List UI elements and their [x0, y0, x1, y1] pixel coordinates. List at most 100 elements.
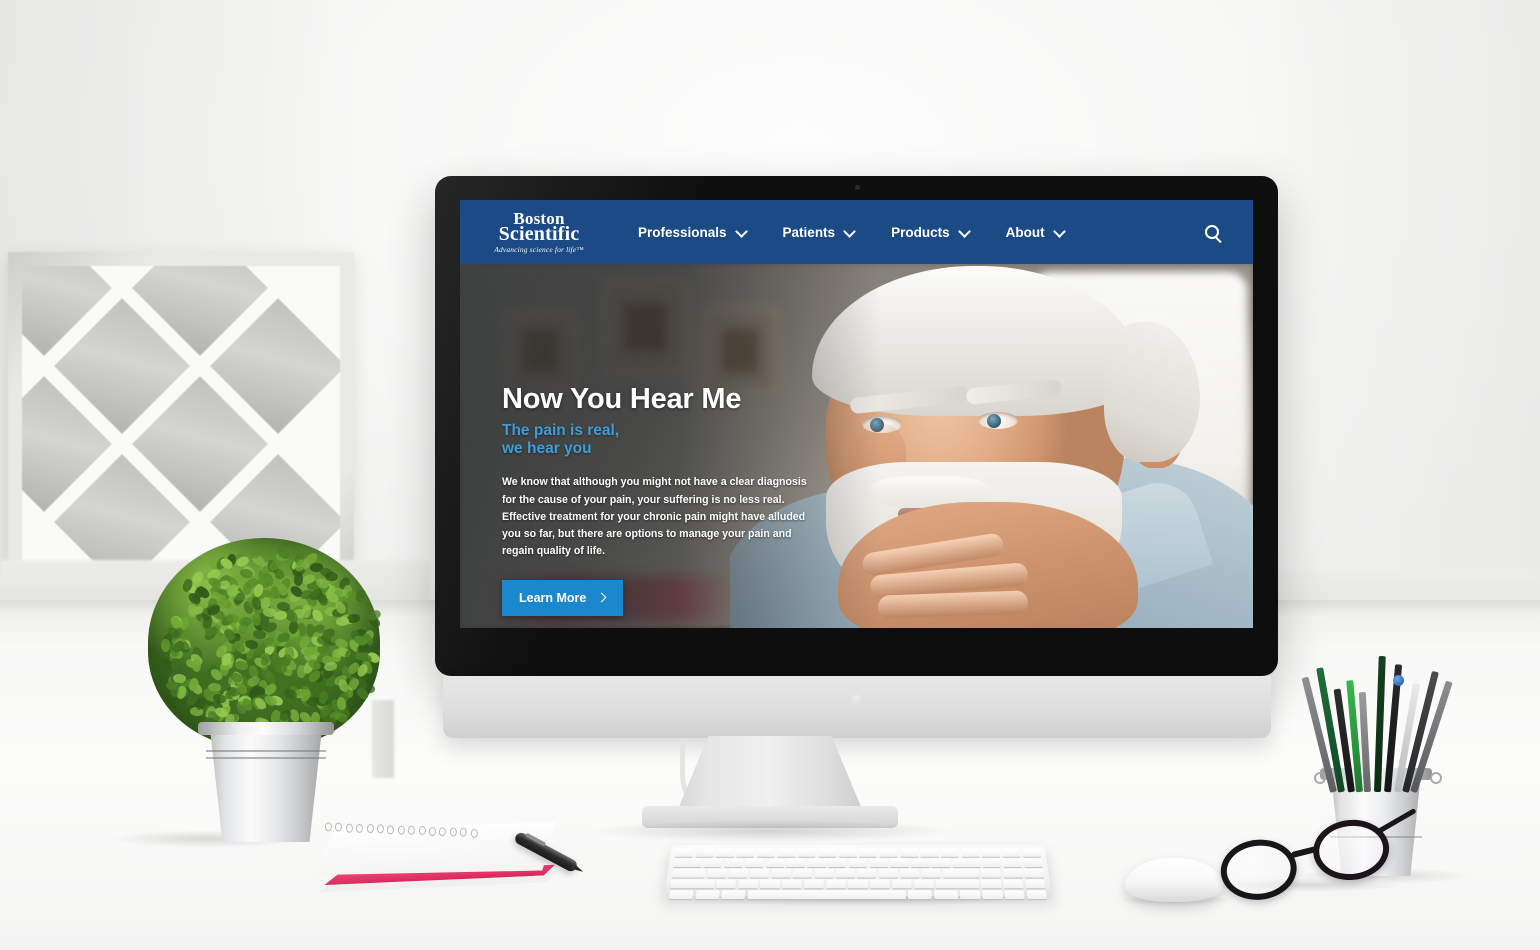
wall-art-frame: [8, 252, 354, 582]
keyboard-key[interactable]: [695, 848, 714, 856]
plant-leaf: [191, 658, 201, 672]
keyboard-key[interactable]: [1004, 890, 1025, 898]
keyboard-key[interactable]: [716, 880, 736, 888]
keyboard-key[interactable]: [952, 859, 980, 867]
keyboard-key[interactable]: [757, 848, 776, 856]
keyboard-key[interactable]: [814, 869, 833, 877]
keyboard-key[interactable]: [707, 869, 727, 877]
nav-item-professionals[interactable]: Professionals: [620, 225, 765, 240]
keyboard-key[interactable]: [982, 859, 1001, 867]
keyboard-key[interactable]: [793, 869, 812, 877]
notebook-coil: [470, 828, 477, 837]
keyboard-key[interactable]: [870, 859, 888, 867]
keyboard[interactable]: [664, 845, 1052, 896]
chevron-down-icon: [737, 227, 747, 237]
notebook-coil: [408, 826, 415, 835]
keyboard-key[interactable]: [1002, 848, 1021, 856]
keyboard-key[interactable]: [798, 848, 816, 856]
wall-art-canvas: [22, 266, 340, 568]
keyboard-key[interactable]: [879, 869, 898, 877]
keyboard-key[interactable]: [750, 869, 770, 877]
keyboard-key[interactable]: [736, 848, 755, 856]
keyboard-key[interactable]: [890, 859, 909, 867]
notebook-coil: [460, 828, 467, 837]
scene-root: Boston Scientific Advancing science for …: [0, 0, 1540, 950]
keyboard-key[interactable]: [1026, 890, 1047, 898]
keyboard-key[interactable]: [914, 880, 934, 888]
portrait-iris-right: [987, 414, 1001, 428]
keyboard-key[interactable]: [900, 848, 918, 856]
keyboard-key[interactable]: [670, 880, 714, 888]
keyboard-key[interactable]: [934, 890, 958, 898]
keyboard-key[interactable]: [839, 848, 857, 856]
keyboard-key[interactable]: [1024, 869, 1044, 877]
keyboard-key[interactable]: [777, 848, 795, 856]
nav-item-about[interactable]: About: [988, 225, 1083, 240]
keyboard-key[interactable]: [960, 890, 980, 898]
keyboard-key[interactable]: [857, 869, 876, 877]
monitor-screen: Boston Scientific Advancing science for …: [460, 200, 1253, 628]
keyboard-key[interactable]: [981, 869, 1001, 877]
keyboard-key[interactable]: [961, 848, 980, 856]
keyboard-key[interactable]: [911, 859, 930, 867]
keyboard-key[interactable]: [920, 848, 938, 856]
search-icon: [1205, 225, 1219, 239]
keyboard-key[interactable]: [943, 869, 980, 877]
search-button[interactable]: [1199, 219, 1225, 245]
notebook-coil: [325, 822, 332, 831]
keyboard-key[interactable]: [981, 880, 1001, 888]
keyboard-key[interactable]: [941, 848, 960, 856]
keyboard-key[interactable]: [859, 848, 877, 856]
keyboard-key[interactable]: [836, 869, 855, 877]
keyboard-key[interactable]: [848, 880, 868, 888]
notebook-coil: [335, 823, 342, 832]
keyboard-key[interactable]: [760, 880, 780, 888]
keyboard-key[interactable]: [931, 859, 950, 867]
keyboard-key[interactable]: [900, 869, 919, 877]
keyboard-key[interactable]: [870, 880, 890, 888]
keyboard-key[interactable]: [826, 880, 846, 888]
nav-item-products[interactable]: Products: [873, 225, 988, 240]
keyboard-key[interactable]: [1025, 880, 1046, 888]
keyboard-key[interactable]: [673, 859, 702, 867]
keyboard-key[interactable]: [892, 880, 912, 888]
keyboard-key[interactable]: [728, 869, 748, 877]
keyboard-key[interactable]: [771, 869, 791, 877]
keyboard-key[interactable]: [787, 859, 806, 867]
keyboard-key[interactable]: [669, 890, 694, 898]
keyboard-key[interactable]: [1003, 859, 1022, 867]
keyboard-key[interactable]: [936, 880, 980, 888]
plant-leaf: [285, 646, 294, 659]
keyboard-key[interactable]: [1022, 848, 1041, 856]
nav-item-patients[interactable]: Patients: [765, 225, 874, 240]
keyboard-key[interactable]: [880, 848, 898, 856]
keyboard-key[interactable]: [724, 859, 743, 867]
keyboard-key[interactable]: [695, 890, 720, 898]
keyboard-key[interactable]: [818, 848, 836, 856]
learn-more-button[interactable]: Learn More: [502, 580, 623, 616]
keyboard-key[interactable]: [1023, 859, 1042, 867]
keyboard-key[interactable]: [908, 890, 932, 898]
keyboard-key[interactable]: [716, 848, 735, 856]
keyboard-key[interactable]: [675, 848, 694, 856]
keyboard-key[interactable]: [807, 859, 826, 867]
brand-logo[interactable]: Boston Scientific Advancing science for …: [480, 210, 598, 254]
keyboard-key[interactable]: [747, 890, 905, 898]
keyboard-key[interactable]: [804, 880, 824, 888]
keyboard-key[interactable]: [981, 848, 1000, 856]
keyboard-key[interactable]: [1003, 880, 1024, 888]
keyboard-key[interactable]: [921, 869, 940, 877]
keyboard-key[interactable]: [849, 859, 867, 867]
keyboard-key[interactable]: [766, 859, 785, 867]
keyboard-key[interactable]: [828, 859, 846, 867]
keyboard-key[interactable]: [738, 880, 758, 888]
keyboard-key[interactable]: [782, 880, 802, 888]
plant-leaf: [295, 665, 307, 680]
keyboard-key[interactable]: [703, 859, 722, 867]
keyboard-key[interactable]: [672, 869, 705, 877]
keyboard-key[interactable]: [721, 890, 745, 898]
keyboard-key[interactable]: [1003, 869, 1023, 877]
keyboard-key[interactable]: [982, 890, 1003, 898]
keyboard-row: [672, 869, 1044, 877]
keyboard-key[interactable]: [745, 859, 764, 867]
